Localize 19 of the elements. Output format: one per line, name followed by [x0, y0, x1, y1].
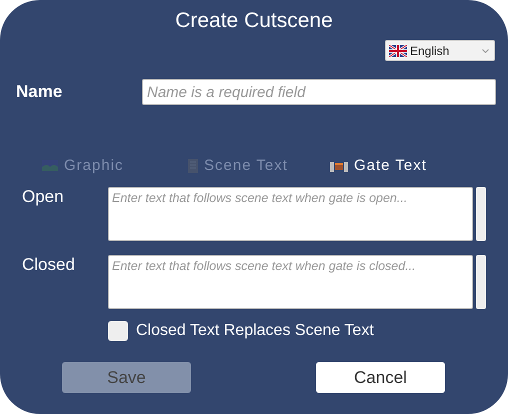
dialog-title: Create Cutscene — [174, 8, 334, 34]
field-label: Open — [22, 187, 65, 207]
caret-icon — [482, 48, 489, 52]
field-label: Closed — [22, 255, 76, 275]
cancel-button[interactable]: Cancel — [316, 362, 445, 393]
flag-icon — [389, 44, 407, 56]
page-icon — [188, 158, 198, 172]
scrollbar[interactable] — [476, 187, 486, 241]
scrollbar[interactable] — [476, 255, 486, 309]
tab[interactable]: Gate Text — [330, 157, 427, 174]
name-field[interactable]: Name is a required field — [142, 79, 496, 105]
gate-icon — [330, 160, 348, 172]
language-dropdown[interactable]: English — [385, 40, 495, 61]
text-area[interactable]: Enter text that follows scene text when gate is open... — [108, 187, 473, 241]
checkbox[interactable] — [108, 321, 128, 341]
text-area[interactable]: Enter text that follows scene text when gate is closed... — [108, 255, 473, 309]
name-label: Name — [16, 82, 64, 102]
checkbox-label: Closed Text Replaces Scene Text — [136, 322, 374, 340]
picture-icon — [42, 160, 58, 171]
